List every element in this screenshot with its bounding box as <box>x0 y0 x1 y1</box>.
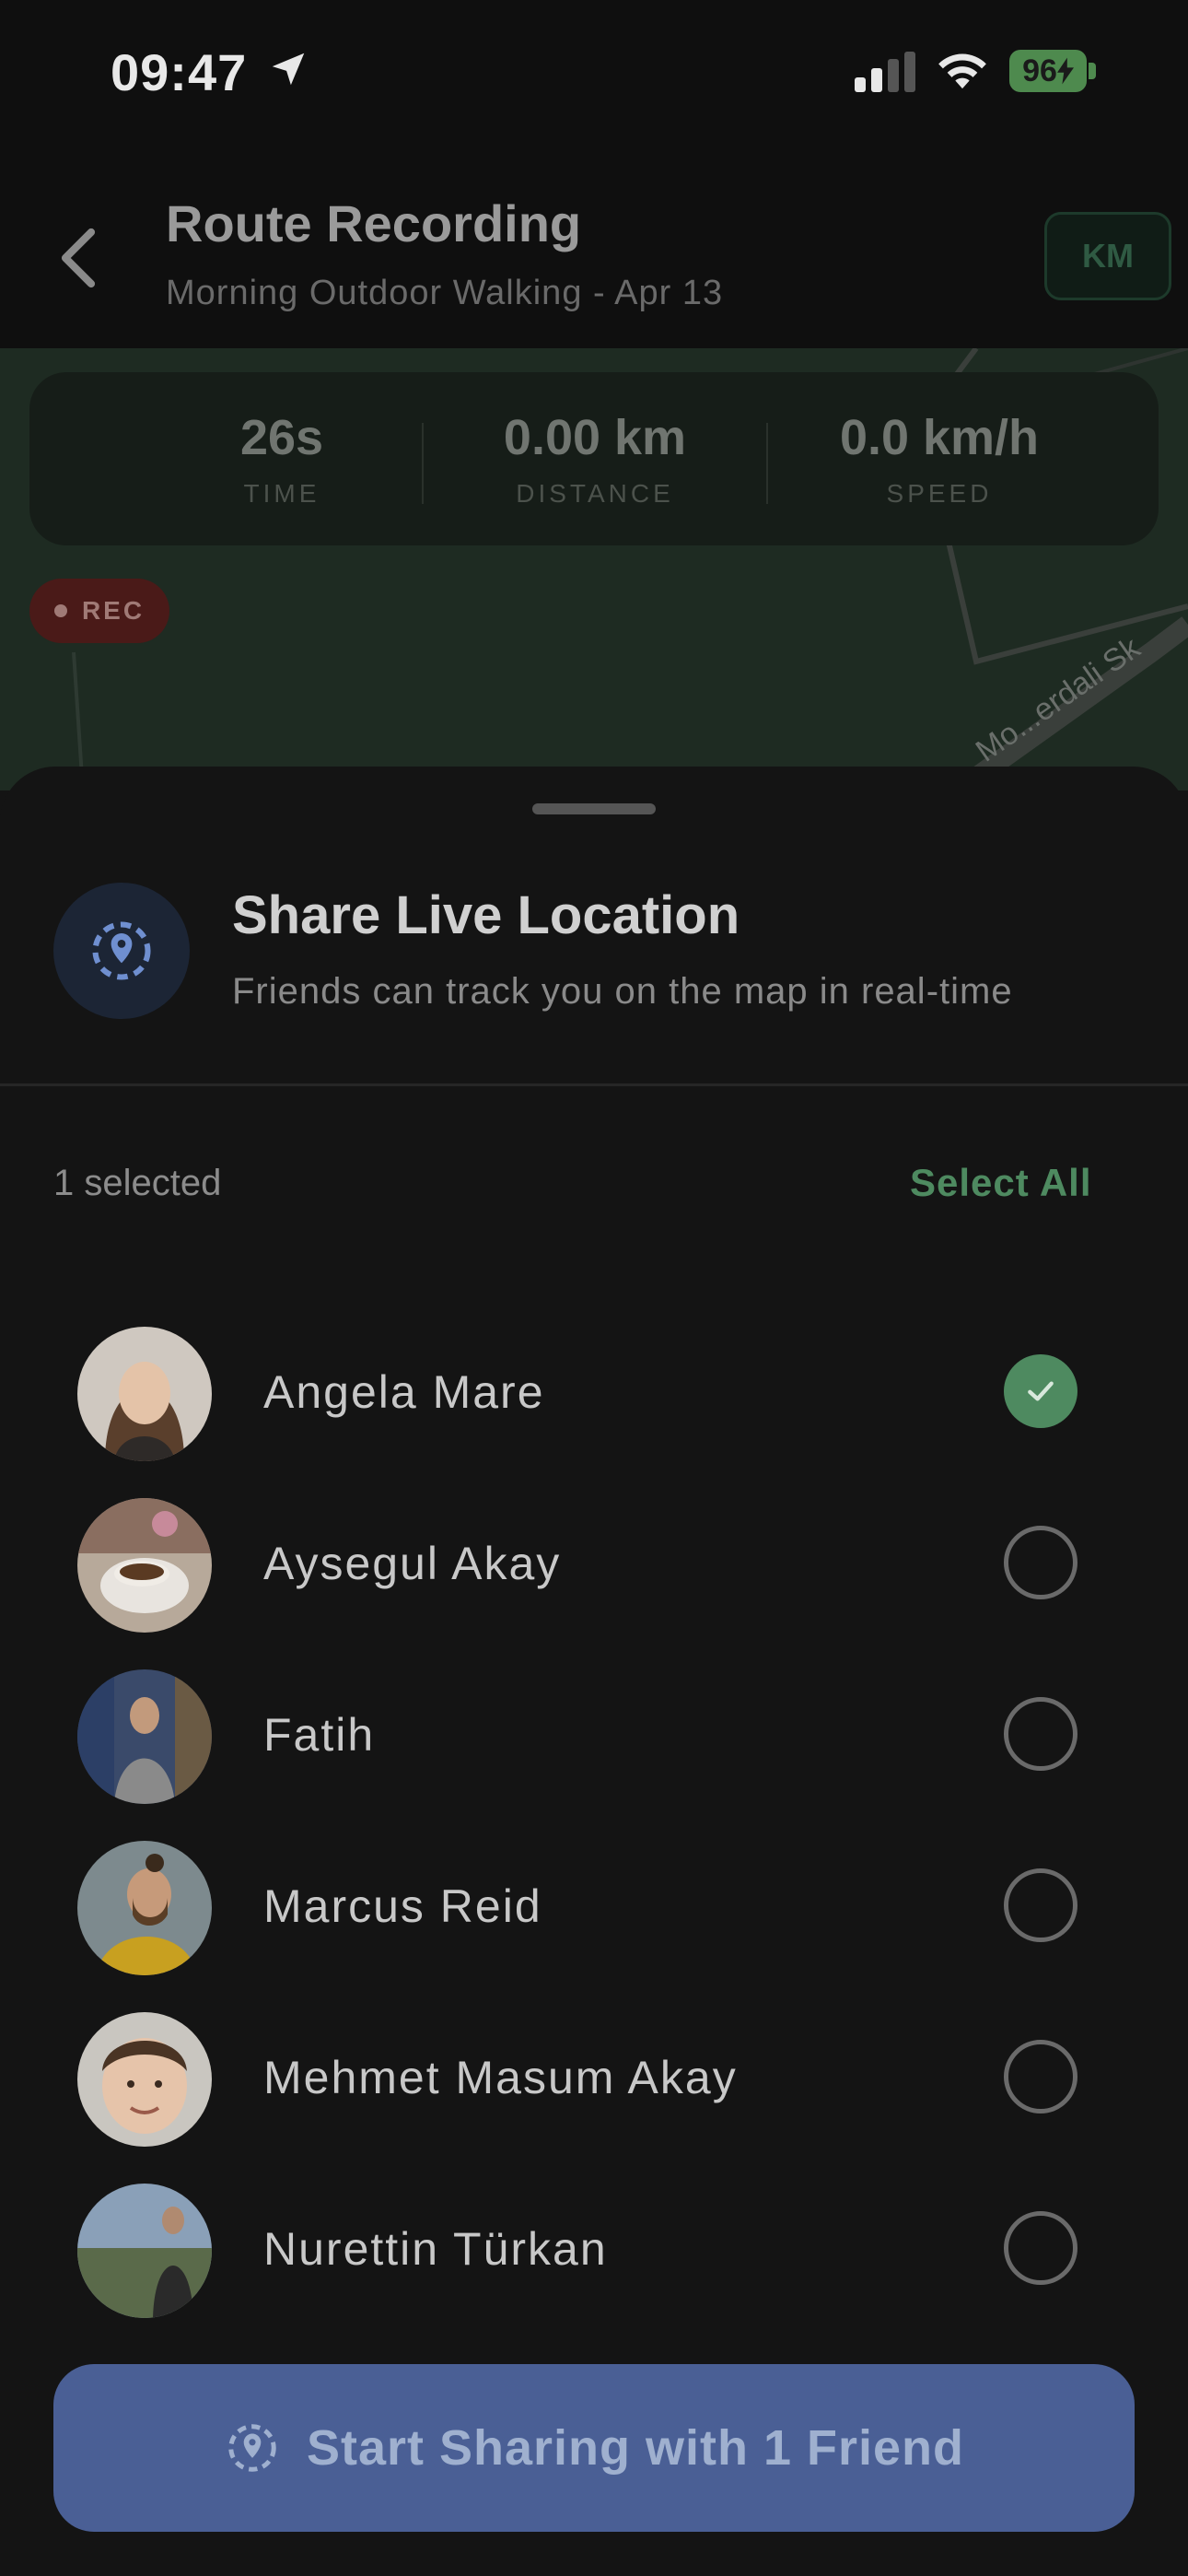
selection-checkbox[interactable] <box>1004 1868 1077 1942</box>
share-location-icon-badge <box>53 883 190 1019</box>
recording-label: REC <box>81 596 146 625</box>
divider <box>0 1083 1188 1086</box>
location-arrow-icon <box>272 53 305 86</box>
top-app-bar: Route Recording Morning Outdoor Walking … <box>0 147 1188 348</box>
stat-distance-label: DISTANCE <box>516 479 674 508</box>
stat-time: 26s TIME <box>111 372 453 545</box>
friend-name: Angela Mare <box>263 1366 545 1418</box>
stat-distance-value: 0.00 km <box>503 410 687 465</box>
selected-count: 1 selected <box>53 1163 222 1203</box>
stat-speed-label: SPEED <box>886 479 993 508</box>
status-bar: 09:47 96 <box>0 0 1188 147</box>
selection-checkbox[interactable] <box>1004 2040 1077 2113</box>
friend-row[interactable]: Mehmet Masum Akay <box>0 1994 1188 2165</box>
friend-row[interactable]: Fatih <box>0 1651 1188 1822</box>
battery-indicator: 96 <box>1009 50 1087 92</box>
charging-bolt-icon <box>1056 57 1074 85</box>
friend-name: Nurettin Türkan <box>263 2223 608 2275</box>
selection-checkbox[interactable] <box>1004 1354 1077 1428</box>
status-time: 09:47 <box>111 43 248 101</box>
avatar <box>77 2184 212 2318</box>
sheet-grab-handle[interactable] <box>532 803 656 814</box>
avatar <box>77 1327 212 1461</box>
friend-row[interactable]: Marcus Reid <box>0 1822 1188 1994</box>
recording-dot-icon <box>53 604 67 617</box>
selection-checkbox[interactable] <box>1004 2211 1077 2285</box>
stat-time-value: 26s <box>239 410 324 465</box>
battery-nub <box>1089 63 1096 79</box>
friend-name: Aysegul Akay <box>263 1538 562 1589</box>
map-view[interactable]: Mo...erdali Sk 26s TIME 0.00 km DISTANCE… <box>0 348 1188 790</box>
friend-name: Mehmet Masum Akay <box>263 2052 738 2103</box>
avatar <box>77 1841 212 1975</box>
share-location-sheet: Share Live Location Friends can track yo… <box>0 767 1188 2576</box>
stat-speed-value: 0.0 km/h <box>839 410 1040 465</box>
avatar <box>77 1498 212 1633</box>
friend-row[interactable]: Angela Mare <box>0 1308 1188 1480</box>
checkmark-icon <box>1028 1381 1054 1401</box>
friend-row[interactable]: Nurettin Türkan <box>0 2165 1188 2336</box>
battery-level: 96 <box>1022 53 1057 88</box>
stat-distance: 0.00 km DISTANCE <box>424 372 766 545</box>
stat-time-label: TIME <box>243 479 320 508</box>
page-title: Route Recording <box>166 194 582 252</box>
selection-checkbox[interactable] <box>1004 1697 1077 1771</box>
stats-panel: 26s TIME 0.00 km DISTANCE 0.0 km/h SPEED <box>29 372 1159 545</box>
cellular-signal-icon <box>855 52 915 92</box>
sheet-title: Share Live Location <box>232 885 740 945</box>
page-subtitle: Morning Outdoor Walking - Apr 13 <box>166 274 724 312</box>
start-sharing-label: Start Sharing with 1 Friend <box>306 2420 965 2476</box>
avatar <box>77 2012 212 2147</box>
friend-row[interactable]: Aysegul Akay <box>0 1480 1188 1651</box>
map-street-label: Mo...erdali Sk <box>970 630 1147 769</box>
unit-toggle-button[interactable]: KM <box>1044 212 1171 300</box>
live-location-icon <box>92 921 151 980</box>
start-sharing-button[interactable]: Start Sharing with 1 Friend <box>53 2364 1135 2532</box>
recording-badge: REC <box>29 579 169 643</box>
wifi-icon <box>938 53 986 89</box>
avatar <box>77 1669 212 1804</box>
select-all-button[interactable]: Select All <box>910 1161 1092 1205</box>
friend-name: Marcus Reid <box>263 1880 542 1932</box>
stat-speed: 0.0 km/h SPEED <box>768 372 1111 545</box>
live-location-icon <box>228 2424 276 2472</box>
selection-checkbox[interactable] <box>1004 1526 1077 1599</box>
friend-name: Fatih <box>263 1709 376 1761</box>
sheet-subtitle: Friends can track you on the map in real… <box>232 971 1013 1012</box>
back-arrow-icon[interactable] <box>55 226 101 290</box>
